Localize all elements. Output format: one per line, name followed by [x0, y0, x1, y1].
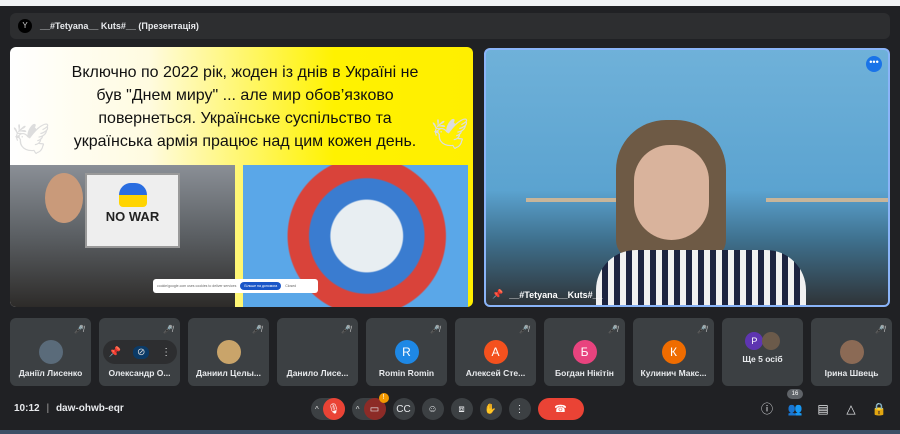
participant-tile[interactable]: 🎤̸ 📌 ⊘ ⋮ Олександр О... — [99, 318, 180, 386]
tile-hover-controls: 📌 ⊘ ⋮ — [103, 340, 177, 364]
participant-name: Богдан Нікітін — [555, 368, 614, 378]
participant-tile[interactable]: 🎤̸ R Romin Romin — [366, 318, 447, 386]
warning-badge: ! — [378, 393, 389, 403]
striped-shirt — [596, 250, 806, 305]
participant-strip: 🎤̸ Даніїл Лисенко 🎤̸ 📌 ⊘ ⋮ Олександр О... 🎤̸ Дан… — [10, 318, 892, 386]
presenter-video: ••• 📌 __#Tetyana__Kuts#__ — [484, 48, 890, 307]
slide-text: Включно по 2022 рік, жоден із днів в Укр… — [50, 61, 440, 153]
slide-line: був "Днем миру" ... але мир обов’язково — [96, 87, 394, 104]
avatar — [761, 332, 780, 350]
slide-line: повернеться. Українське суспільство та — [98, 110, 392, 127]
mic-off-icon: 🎤̸ — [608, 325, 618, 334]
participant-name: Кулинич Макс... — [640, 368, 707, 378]
avatar: А — [483, 340, 508, 364]
mic-off-icon: 🎤̸ — [875, 325, 885, 334]
cookie-more-button[interactable]: Більше на допомога — [240, 282, 282, 290]
mic-off-icon: 🎤̸ — [163, 325, 173, 334]
leave-call-button[interactable]: ☎ — [537, 398, 584, 420]
avatar — [38, 340, 63, 364]
call-controls: ^ 🎙 ^ ▭! CC ☺ ⧈ ✋ ⋮ ☎ — [311, 393, 584, 420]
camera-group: ^ ▭! — [351, 393, 389, 420]
window-edge — [0, 430, 900, 434]
shelf — [766, 198, 888, 202]
meeting-code: daw-ohwb-eqr — [55, 403, 124, 414]
host-controls-button[interactable]: 🔒 — [870, 400, 888, 418]
more-options-button[interactable]: ••• — [866, 56, 882, 72]
participant-tile[interactable]: 🎤̸ Данило Лисе... — [277, 318, 358, 386]
pin-icon[interactable]: 📌 — [492, 289, 503, 300]
clock: 10:12 — [14, 403, 40, 414]
mute-icon[interactable]: ⊘ — [133, 345, 150, 359]
camera-options-chevron-icon[interactable]: ^ — [352, 405, 364, 414]
participant-name: Ще 5 осіб — [742, 354, 783, 364]
slide-line: Включно по 2022 рік, жоден із днів в Укр… — [71, 64, 419, 81]
info-button[interactable]: ⓘ — [758, 400, 776, 418]
meeting-info: 10:12 | daw-ohwb-eqr — [14, 403, 124, 414]
slide-line: українська армія працює над цим кожен де… — [73, 133, 417, 150]
present-button[interactable]: ⧈ — [450, 398, 473, 420]
participant-tile[interactable]: 🎤̸ Ірина Швець — [811, 318, 892, 386]
participant-tile[interactable]: 🎤̸ Б Богдан Нікітін — [544, 318, 625, 386]
chat-button[interactable]: ▤ — [814, 400, 832, 418]
presenter-avatar: Y — [18, 19, 32, 33]
bottom-bar: 10:12 | daw-ohwb-eqr ^ 🎙 ^ ▭! CC ☺ ⧈ ✋ ⋮ ☎… — [0, 389, 900, 426]
mic-off-icon: 🎤̸ — [430, 325, 440, 334]
avatar — [839, 340, 864, 364]
side-controls: ⓘ 👥 16 ▤ △ 🔒 — [758, 389, 888, 418]
video-name: __#Tetyana__Kuts#__ — [509, 289, 603, 300]
cookie-text: cookie/google.com uses cookies to delive… — [157, 284, 237, 288]
cookie-close-button[interactable]: Closed — [285, 284, 296, 288]
raise-hand-button[interactable]: ✋ — [479, 398, 502, 420]
mic-off-icon: 🎤̸ — [74, 325, 84, 334]
cookie-banner: cookie/google.com uses cookies to delive… — [153, 279, 318, 293]
more-options-icon[interactable]: ⋮ — [161, 347, 171, 358]
participant-tile[interactable]: 🎤̸ К Кулинич Макс... — [633, 318, 714, 386]
participant-name: Даніїл Лисенко — [18, 368, 83, 378]
participant-tile[interactable]: 🎤̸ А Алексей Сте... — [455, 318, 536, 386]
mic-off-icon: 🎤̸ — [252, 325, 262, 334]
captions-button[interactable]: CC — [392, 398, 415, 420]
activities-button[interactable]: △ — [842, 400, 860, 418]
browser-strip — [0, 0, 900, 6]
more-options-button[interactable]: ⋮ — [508, 398, 531, 420]
pin-icon[interactable]: 📌 — [109, 347, 121, 358]
presentation-title: __#Tetyana__ Kuts#__ (Презентація) — [40, 21, 199, 31]
participant-name: Даниил Целы... — [196, 368, 261, 378]
separator: | — [46, 403, 50, 414]
presentation-slide: Включно по 2022 рік, жоден із днів в Укр… — [10, 47, 473, 307]
presentation-header: Y __#Tetyana__ Kuts#__ (Презентація) — [10, 13, 890, 39]
mic-off-icon: 🎤̸ — [519, 325, 529, 334]
avatar: К — [661, 340, 686, 364]
mic-off-button[interactable]: 🎙 — [322, 398, 345, 420]
participant-name: Ірина Швець — [824, 368, 879, 378]
participant-name: Данило Лисе... — [286, 368, 349, 378]
avatar: R — [394, 340, 419, 364]
avatar — [216, 340, 241, 364]
woman-face — [45, 173, 83, 223]
video-name-label: 📌 __#Tetyana__Kuts#__ — [492, 289, 603, 300]
mic-group: ^ 🎙 — [311, 398, 345, 420]
participant-tile[interactable]: 🎤̸ Даніїл Лисенко — [10, 318, 91, 386]
people-count-badge: 16 — [787, 389, 803, 399]
heart-icon — [119, 183, 147, 207]
emoji-button[interactable]: ☺ — [421, 398, 444, 420]
participant-name: Олександр О... — [108, 368, 171, 378]
face — [634, 145, 709, 240]
people-button[interactable]: 👥 16 — [786, 389, 804, 418]
mic-off-icon: 🎤̸ — [697, 325, 707, 334]
camera-off-button[interactable]: ▭! — [363, 393, 389, 420]
participant-name: Алексей Сте... — [465, 368, 526, 378]
no-war-sign: NO WAR — [85, 173, 180, 248]
participant-tile[interactable]: P Ще 5 осіб — [722, 318, 803, 386]
participant-name: Romin Romin — [378, 368, 435, 378]
avatar: Б — [572, 340, 597, 364]
dove-icon: 🕊 — [430, 118, 469, 151]
sign-text: NO WAR — [105, 209, 160, 224]
dove-icon: 🕊 — [12, 123, 51, 156]
participant-tile[interactable]: 🎤̸ Даниил Целы... — [188, 318, 269, 386]
presenter-person — [596, 110, 806, 305]
mic-off-icon: 🎤̸ — [341, 325, 351, 334]
mic-options-chevron-icon[interactable]: ^ — [311, 405, 323, 414]
